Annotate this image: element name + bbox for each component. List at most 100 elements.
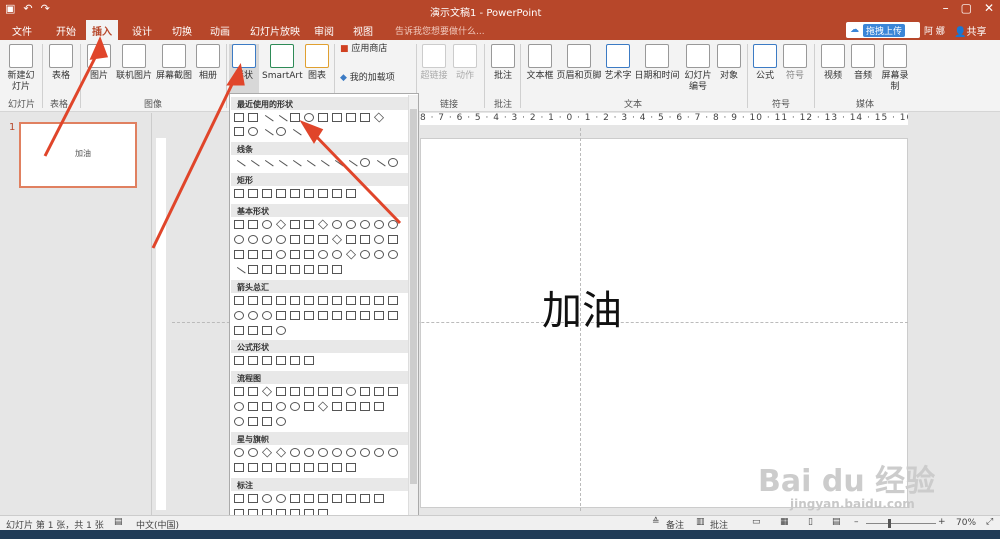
zoom-slider[interactable] bbox=[866, 523, 936, 524]
share-button[interactable]: 👤共享 bbox=[954, 23, 986, 38]
datetime-button[interactable]: 日期和时间 bbox=[634, 44, 680, 82]
group-tables: 表格 bbox=[50, 100, 69, 110]
my-addins-button[interactable]: ◆ 我的加载项 bbox=[340, 73, 414, 84]
equation-button[interactable]: 公式 bbox=[752, 44, 778, 82]
smartart-button[interactable]: SmartArt bbox=[262, 44, 303, 82]
smartart-icon bbox=[270, 44, 294, 68]
shape-row[interactable] bbox=[234, 310, 398, 322]
new-slide-button[interactable]: 新建幻灯片 bbox=[6, 44, 36, 93]
scrollbar-thumb[interactable] bbox=[410, 109, 417, 484]
maximize-icon[interactable]: ▢ bbox=[961, 1, 972, 15]
header-footer-label: 页眉和页脚 bbox=[556, 71, 602, 81]
save-icon[interactable]: ▣ bbox=[5, 2, 15, 15]
screen-record-button[interactable]: 屏幕录制 bbox=[880, 44, 910, 93]
tab-animations[interactable]: 动画 bbox=[210, 23, 230, 38]
user-name[interactable]: 阿 娜 bbox=[924, 24, 945, 37]
title-bar: ▣ ↶ ↷ 演示文稿1 - PowerPoint – ▢ ✕ bbox=[0, 0, 1000, 20]
reading-view-icon[interactable]: ▯ bbox=[808, 517, 813, 527]
undo-icon[interactable]: ↶ bbox=[23, 2, 32, 15]
tab-insert[interactable]: 插入 bbox=[86, 20, 118, 40]
shape-row[interactable] bbox=[232, 264, 342, 281]
audio-button[interactable]: 音频 bbox=[850, 44, 876, 82]
chart-icon bbox=[305, 44, 329, 68]
screen-record-label: 屏幕录制 bbox=[881, 71, 909, 92]
slide-number-button[interactable]: 幻灯片编号 bbox=[682, 44, 714, 93]
comment-button[interactable]: 批注 bbox=[490, 44, 516, 82]
section-recent: 最近使用的形状 bbox=[231, 97, 408, 110]
shape-row[interactable] bbox=[234, 126, 302, 143]
header-footer-button[interactable]: 页眉和页脚 bbox=[556, 44, 602, 82]
zoom-level[interactable]: 70% bbox=[956, 518, 976, 528]
shape-row[interactable] bbox=[234, 219, 398, 231]
group-symbols: 符号 bbox=[772, 100, 791, 110]
textbox-label: 文本框 bbox=[526, 71, 554, 81]
shape-row[interactable] bbox=[234, 325, 286, 337]
tab-view[interactable]: 视图 bbox=[353, 23, 373, 38]
picture-button[interactable]: 图片 bbox=[86, 44, 112, 82]
zoom-out-icon[interactable]: – bbox=[854, 517, 859, 527]
shape-row[interactable] bbox=[234, 416, 286, 428]
tab-transitions[interactable]: 切换 bbox=[172, 23, 192, 38]
shape-row[interactable] bbox=[234, 462, 356, 474]
shape-row[interactable] bbox=[234, 295, 398, 307]
section-flowchart: 流程图 bbox=[231, 371, 408, 384]
screenshot-button[interactable]: 屏幕截图 bbox=[155, 44, 193, 82]
redo-icon[interactable]: ↷ bbox=[41, 2, 50, 15]
shape-row[interactable] bbox=[232, 157, 398, 174]
shape-row[interactable] bbox=[234, 112, 385, 129]
picture-icon bbox=[87, 44, 111, 68]
zoom-in-icon[interactable]: + bbox=[938, 517, 946, 527]
separator bbox=[42, 44, 43, 108]
notes-icon: ≙ bbox=[652, 517, 660, 527]
album-button[interactable]: 相册 bbox=[194, 44, 222, 82]
shape-row[interactable] bbox=[234, 249, 398, 261]
minimize-icon[interactable]: – bbox=[943, 1, 949, 15]
slide-thumbnail[interactable]: 加油 bbox=[19, 122, 137, 188]
speaker-icon bbox=[851, 44, 875, 68]
table-button[interactable]: 表格 bbox=[48, 44, 74, 82]
horizontal-ruler: 8 · 7 · 6 · 5 · 4 · 3 · 2 · 1 · 0 · 1 · … bbox=[420, 113, 908, 125]
tab-design[interactable]: 设计 bbox=[132, 23, 152, 38]
tab-review[interactable]: 审阅 bbox=[314, 23, 334, 38]
dropdown-scrollbar[interactable] bbox=[408, 95, 418, 521]
video-button[interactable]: 视频 bbox=[820, 44, 846, 82]
wordart-button[interactable]: 艺术字 bbox=[603, 44, 633, 82]
action-button[interactable]: 动作 bbox=[452, 44, 478, 82]
shape-row[interactable] bbox=[234, 401, 384, 413]
slide-text[interactable]: 加油 bbox=[542, 278, 622, 336]
shape-row[interactable] bbox=[234, 355, 314, 367]
tab-slideshow[interactable]: 幻灯片放映 bbox=[250, 23, 300, 38]
spellcheck-icon[interactable]: ▤ bbox=[114, 517, 123, 527]
symbol-button[interactable]: 符号 bbox=[782, 44, 808, 82]
shape-row[interactable] bbox=[234, 447, 398, 459]
hyperlink-label: 超链接 bbox=[420, 71, 448, 81]
status-bar: 幻灯片 第 1 张，共 1 张 ▤ 中文(中国) ≙ 备注 ▥ 批注 ▭ ▦ ▯… bbox=[0, 515, 1000, 531]
sorter-view-icon[interactable]: ▦ bbox=[780, 517, 789, 527]
tab-file[interactable]: 文件 bbox=[12, 23, 32, 38]
action-label: 动作 bbox=[455, 71, 474, 81]
zoom-slider-thumb[interactable] bbox=[888, 519, 891, 528]
object-button[interactable]: 对象 bbox=[716, 44, 742, 82]
shape-row[interactable] bbox=[234, 386, 398, 398]
section-stars-banners: 星与旗帜 bbox=[231, 432, 408, 445]
tab-home[interactable]: 开始 bbox=[56, 23, 76, 38]
normal-view-icon[interactable]: ▭ bbox=[752, 517, 761, 527]
store-button[interactable]: ■ 应用商店 bbox=[340, 44, 400, 55]
cloud-upload-button[interactable]: ☁ 拖拽上传 bbox=[846, 22, 920, 38]
shape-row[interactable] bbox=[234, 188, 356, 200]
audio-label: 音频 bbox=[853, 71, 872, 81]
hyperlink-button[interactable]: 超链接 bbox=[420, 44, 448, 82]
tell-me-search[interactable]: 告诉我您想要做什么... bbox=[395, 24, 485, 37]
slide-number: 1 bbox=[9, 122, 16, 133]
chart-button[interactable]: 图表 bbox=[304, 44, 330, 82]
online-picture-button[interactable]: 联机图片 bbox=[114, 44, 154, 82]
video-label: 视频 bbox=[823, 71, 842, 81]
shape-row[interactable] bbox=[234, 234, 398, 246]
fit-slide-icon[interactable]: ⤢ bbox=[986, 517, 993, 527]
slideshow-view-icon[interactable]: ▤ bbox=[832, 517, 841, 527]
textbox-button[interactable]: 文本框 bbox=[525, 44, 555, 82]
window-title: 演示文稿1 - PowerPoint bbox=[430, 8, 542, 19]
shape-row[interactable] bbox=[234, 493, 384, 505]
close-icon[interactable]: ✕ bbox=[984, 1, 994, 15]
shapes-button[interactable]: 形状 bbox=[229, 44, 259, 94]
